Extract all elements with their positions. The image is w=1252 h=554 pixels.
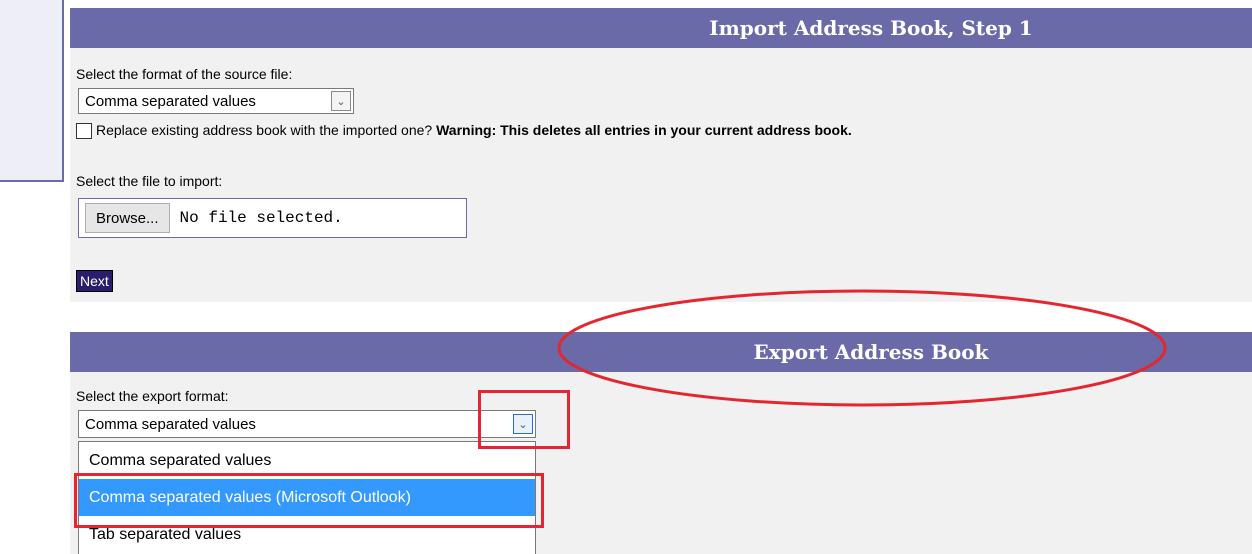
side-panel	[0, 0, 64, 182]
replace-label: Replace existing address book with the i…	[96, 122, 437, 138]
annotation-option-box	[74, 473, 544, 528]
export-format-label: Select the export format:	[76, 388, 229, 404]
next-button[interactable]: Next	[76, 270, 113, 292]
browse-button[interactable]: Browse...	[85, 203, 170, 233]
chevron-down-icon: ⌄	[331, 91, 351, 111]
replace-checkbox[interactable]	[76, 123, 92, 139]
import-format-select[interactable]: Comma separated values ⌄	[78, 88, 354, 114]
export-format-select[interactable]: Comma separated values ⌄	[78, 410, 536, 438]
import-section: Import Address Book, Step 1 Select the f…	[70, 8, 1252, 302]
annotation-ellipse	[557, 289, 1167, 407]
import-file-label: Select the file to import:	[76, 173, 223, 189]
import-format-label: Select the format of the source file:	[76, 66, 293, 82]
import-header: Import Address Book, Step 1	[70, 8, 1252, 48]
import-format-value: Comma separated values	[85, 92, 256, 110]
export-format-value: Comma separated values	[85, 415, 256, 433]
replace-warning: Warning: This deletes all entries in you…	[436, 122, 852, 138]
replace-text: Replace existing address book with the i…	[96, 122, 852, 138]
file-status: No file selected.	[179, 209, 343, 227]
file-input[interactable]: Browse... No file selected.	[78, 198, 467, 238]
import-title: Import Address Book, Step 1	[709, 16, 1033, 40]
